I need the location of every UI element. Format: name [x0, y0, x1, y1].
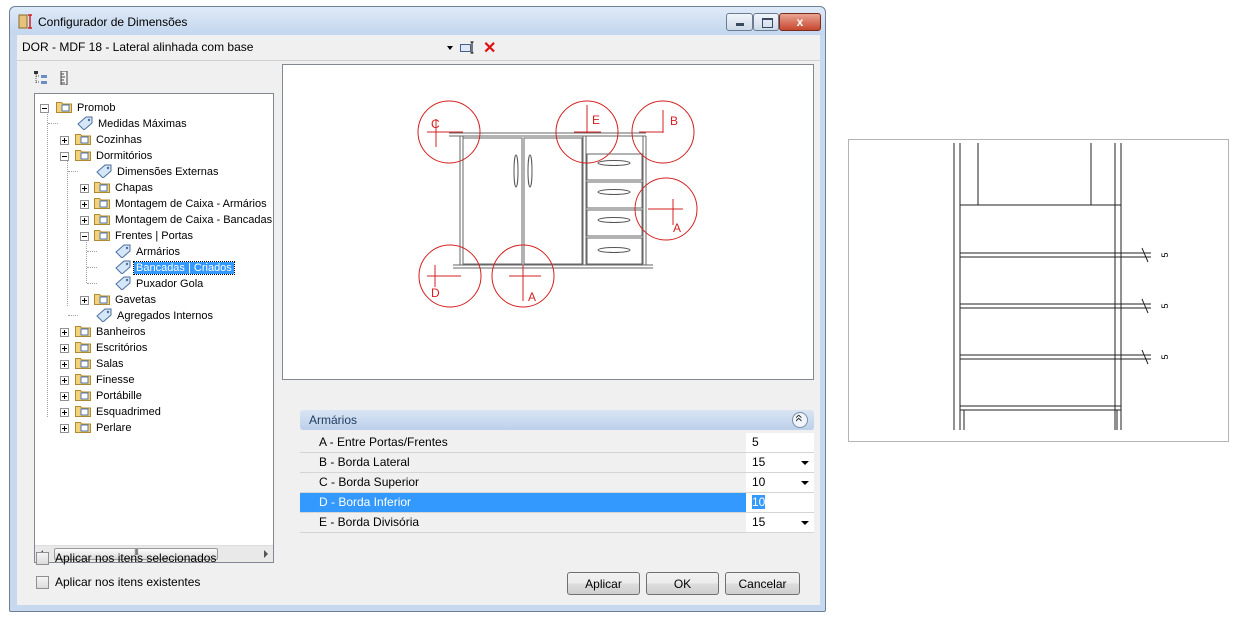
expand-tree-icon[interactable] [34, 71, 48, 85]
expand-icon[interactable] [60, 392, 69, 401]
dimension-label: 5 [1160, 303, 1170, 308]
dropdown-arrow-icon[interactable] [801, 521, 809, 525]
window-title: Configurador de Dimensões [38, 15, 188, 29]
folder-icon [75, 358, 91, 369]
expand-icon[interactable] [80, 184, 89, 193]
tree-guide [87, 283, 97, 284]
side-section-view: 5 5 5 [848, 139, 1229, 442]
folder-icon [56, 102, 72, 113]
folder-icon [75, 150, 91, 161]
apply-button[interactable]: Aplicar [567, 572, 640, 595]
marker-e-label: E [592, 113, 600, 127]
cabinet-drawing: C E B A D A [417, 100, 698, 308]
folder-icon [75, 134, 91, 145]
tree-guide [47, 108, 48, 417]
marker-a-bottom-label: A [528, 290, 536, 304]
expand-icon[interactable] [60, 360, 69, 369]
tree-guide [48, 123, 58, 124]
pg-row-borda-inferior[interactable]: D - Borda Inferior 10 [300, 493, 814, 513]
dimension-label: 5 [1160, 252, 1170, 257]
category-tree[interactable]: Promob Medidas Máximas Cozinhas Dormitór… [34, 93, 274, 563]
folder-icon [94, 182, 110, 193]
apply-selected-checkbox[interactable]: Aplicar nos itens selecionados [36, 551, 266, 567]
combo-dropdown-icon[interactable] [447, 46, 453, 50]
collapse-category-icon[interactable] [792, 412, 808, 428]
folder-icon [94, 214, 110, 225]
expand-icon[interactable] [80, 200, 89, 209]
maximize-button[interactable] [753, 13, 779, 31]
pg-value[interactable]: 15 [749, 513, 814, 532]
pg-row-entre-portas[interactable]: A - Entre Portas/Frentes 5 [300, 433, 814, 453]
folder-icon [75, 422, 91, 433]
folder-icon [94, 198, 110, 209]
combo-divider [17, 60, 820, 61]
dropdown-arrow-icon[interactable] [801, 481, 809, 485]
pg-value[interactable]: 15 [749, 453, 814, 472]
property-grid[interactable]: Armários A - Entre Portas/Frentes 5 B - … [300, 410, 814, 560]
app-icon [18, 14, 32, 29]
expand-icon[interactable] [60, 328, 69, 337]
folder-icon [75, 390, 91, 401]
marker-c-label: C [431, 117, 440, 131]
tree-guide [68, 171, 78, 172]
marker-a-right-label: A [673, 221, 681, 235]
folder-icon [75, 326, 91, 337]
dialog-client: DOR - MDF 18 - Lateral alinhada com base… [17, 35, 820, 605]
tag-icon [96, 308, 112, 322]
close-icon: x [796, 15, 804, 29]
configuration-combo[interactable]: DOR - MDF 18 - Lateral alinhada com base [22, 40, 253, 54]
ruler-icon[interactable] [58, 71, 72, 85]
expand-icon[interactable] [60, 376, 69, 385]
checkbox-box[interactable] [36, 552, 49, 565]
dropdown-arrow-icon[interactable] [801, 461, 809, 465]
marker-b-label: B [670, 114, 678, 128]
apply-existing-checkbox[interactable]: Aplicar nos itens existentes [36, 575, 266, 591]
tag-icon [77, 116, 93, 130]
delete-icon[interactable]: ✕ [483, 38, 496, 58]
tree-guide [87, 267, 97, 268]
collapse-icon[interactable] [60, 152, 69, 161]
cancel-button[interactable]: Cancelar [725, 572, 800, 595]
collapse-icon[interactable] [40, 104, 49, 113]
expand-icon[interactable] [60, 344, 69, 353]
edit-name-icon[interactable] [460, 41, 474, 54]
marker-d-label: D [431, 286, 440, 300]
tree-guide [68, 315, 78, 316]
tag-icon [115, 244, 131, 258]
dimension-label: 5 [1160, 354, 1170, 359]
pg-value[interactable]: 5 [749, 433, 814, 452]
expand-icon[interactable] [60, 424, 69, 433]
tag-icon [115, 260, 131, 274]
folder-icon [75, 406, 91, 417]
expand-icon[interactable] [60, 408, 69, 417]
pg-value[interactable]: 10 [749, 473, 814, 492]
drawer-section-drawing: 5 5 5 [953, 143, 1170, 430]
tree-guide [86, 236, 87, 283]
dialog-window: Configurador de Dimensões x DOR - MDF 18… [9, 6, 826, 612]
pg-category-header[interactable]: Armários [300, 410, 814, 430]
pg-value-input[interactable]: 10 [749, 493, 814, 512]
title-bar[interactable]: Configurador de Dimensões x [10, 7, 825, 35]
expand-icon[interactable] [60, 136, 69, 145]
minimize-button[interactable] [726, 13, 753, 31]
pg-row-borda-superior[interactable]: C - Borda Superior 10 [300, 473, 814, 493]
tree-guide [67, 156, 68, 306]
pg-row-borda-divisoria[interactable]: E - Borda Divisória 15 [300, 513, 814, 533]
tag-icon [115, 276, 131, 290]
checkbox-box[interactable] [36, 576, 49, 589]
folder-icon [94, 294, 110, 305]
pg-row-borda-lateral[interactable]: B - Borda Lateral 15 [300, 453, 814, 473]
folder-icon [94, 230, 110, 241]
folder-icon [75, 374, 91, 385]
close-button[interactable]: x [779, 13, 821, 31]
tag-icon [96, 164, 112, 178]
expand-icon[interactable] [80, 296, 89, 305]
cabinet-preview: C E B A D A [282, 64, 814, 380]
collapse-icon[interactable] [80, 232, 89, 241]
tree-guide [87, 251, 97, 252]
folder-icon [75, 342, 91, 353]
ok-button[interactable]: OK [646, 572, 719, 595]
expand-icon[interactable] [80, 216, 89, 225]
